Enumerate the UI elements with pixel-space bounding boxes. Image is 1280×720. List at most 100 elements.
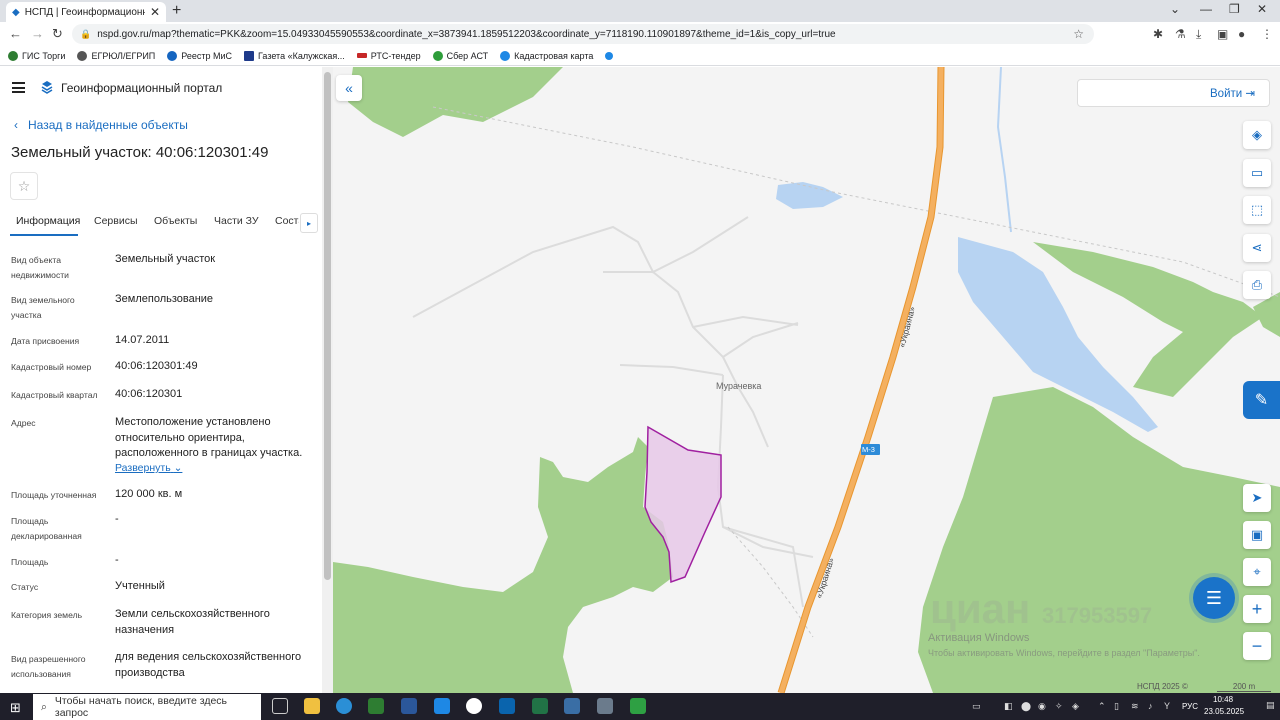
forward-icon[interactable]: → [31,26,44,41]
menu-icon[interactable]: ⋮ [1261,27,1273,41]
bookmark-item[interactable]: РТС-тендер [356,51,421,61]
tab-parts[interactable]: Части ЗУ [214,215,259,227]
clock-time[interactable]: 10:48 [1213,695,1233,704]
bookmark-item[interactable]: Кадастровая карта [500,50,593,61]
hamburger-menu-icon[interactable] [12,82,25,93]
share-icon: ⋖ [1251,240,1263,255]
download-icon[interactable]: ⤓ [1196,27,1201,42]
favorite-star-button[interactable]: ☆ [10,172,38,200]
tray-icon[interactable]: ⌃ [1098,701,1106,712]
plus-icon: + [1251,598,1263,619]
property-value: Местоположение установлено относительно … [115,416,303,459]
profile-icon[interactable]: ● [1238,27,1245,41]
select-area-button[interactable]: ⬚ [1243,196,1271,224]
browser-tab[interactable]: ◆ НСПД | Геоинформационный п ✕ [6,2,166,22]
word-icon[interactable] [401,698,417,714]
property-value: Земли сельскохозяйственного назначения [115,608,270,636]
edge-icon[interactable] [336,698,352,714]
task-view-icon[interactable] [272,698,288,714]
watermark-phone: 317953597 [1042,603,1153,628]
expand-address-link[interactable]: Развернуть ⌄ [115,462,182,474]
geo-search-button[interactable]: ⌖ [1243,558,1271,586]
ruler-icon: ▭ [1250,165,1264,180]
file-explorer-icon[interactable] [304,698,320,714]
property-value: - [115,513,119,525]
property-label: Кадастровый номер [11,362,92,372]
chat-icon: ☰ [1205,587,1223,608]
tab-objects[interactable]: Объекты [154,215,197,227]
tray-icon[interactable]: ◧ [1004,701,1013,712]
layers-button[interactable]: ◈ [1243,121,1271,149]
bookmark-item[interactable]: ЕГРЮЛ/ЕГРИП [77,50,155,61]
language-indicator[interactable]: РУС [1182,702,1198,711]
tab-services[interactable]: Сервисы [94,215,138,227]
print-button[interactable]: ⎙ [1243,271,1271,299]
tray-icon[interactable]: ◉ [1038,701,1046,712]
tray-icon[interactable]: ✧ [1055,701,1063,712]
url-field[interactable]: 🔒 nspd.gov.ru/map?thematic=PKK&zoom=15.0… [72,24,1094,44]
battery-icon[interactable]: ▯ [1114,701,1119,712]
water-body [776,182,843,209]
portal-logo-icon [41,81,53,94]
minus-icon: − [1251,635,1263,656]
reload-icon[interactable]: ↻ [52,26,63,42]
yandex-icon[interactable]: Y [1164,701,1170,711]
zoom-in-button[interactable]: + [1243,595,1271,623]
property-label: Категория земель [11,610,83,620]
bookmark-icon [605,51,614,60]
property-value: 14.07.2011 [115,334,170,346]
excel-icon[interactable] [532,698,548,714]
share-button[interactable]: ⋖ [1243,234,1271,262]
notifications-icon[interactable]: ▤ [1266,700,1275,711]
assistant-chat-tab[interactable]: ✎ [1243,381,1280,419]
outlook-icon[interactable] [499,698,515,714]
sidebar-scroll-thumb[interactable] [324,72,331,580]
home-app-icon[interactable] [630,698,646,714]
search-placeholder: Чтобы начать поиск, введите здесь запрос [54,695,228,719]
store-icon[interactable] [368,698,384,714]
new-tab-button[interactable]: + [172,2,181,20]
bookmark-item[interactable]: ГИС Торги [8,50,65,61]
chat-fab-button[interactable]: ☰ [1193,577,1235,619]
tray-icon[interactable]: ⬤ [1021,701,1031,712]
property-label: Площадь [11,557,49,567]
close-tab-icon[interactable]: ✕ [150,5,160,19]
back-to-results-link[interactable]: ‹ Назад в найденные объекты [14,118,188,132]
calculator-icon[interactable] [564,698,580,714]
lab-icon[interactable]: ⚗ [1175,27,1186,41]
tab-composition[interactable]: Соста [275,215,299,227]
windows-start-icon[interactable]: ⊞ [10,700,21,716]
sidepanel-icon[interactable]: ▣ [1217,27,1228,41]
bookmark-item[interactable] [605,51,614,60]
tab-information[interactable]: Информация [16,215,80,227]
locate-button[interactable]: ➤ [1243,484,1271,512]
extensions-icon[interactable]: ✱ [1153,27,1163,41]
tray-icon[interactable]: ◈ [1072,701,1079,712]
mail-icon[interactable] [434,698,450,714]
wifi-icon[interactable]: ≋ [1131,701,1139,712]
bookmark-star-icon[interactable]: ☆ [1073,27,1084,41]
bookmark-item[interactable]: Реестр МиС [167,50,232,61]
app-icon[interactable] [597,698,613,714]
collapse-panel-button[interactable]: « [336,75,362,101]
login-button[interactable]: Войти ⇥ [1210,86,1255,100]
volume-icon[interactable]: ♪ [1148,701,1153,711]
browser-tab-bar [0,0,1280,22]
measure-button[interactable]: ▭ [1243,159,1271,187]
chevron-down-icon: ⌄ [173,462,183,474]
bookmark-item[interactable]: Газета «Калужская... [244,50,345,61]
taskbar-search-box[interactable]: ⌕ Чтобы начать поиск, введите здесь запр… [33,694,261,720]
bookmark-item[interactable]: Сбер АСТ [432,50,488,61]
tray-icon[interactable]: ▭ [972,701,981,712]
minimap-button[interactable]: ▣ [1243,521,1271,549]
tab-search-icon[interactable]: ⌄ [1170,2,1180,16]
tabs-scroll-right-button[interactable]: ▸ [300,213,318,233]
close-window-button[interactable]: ✕ [1257,2,1267,16]
chrome-icon[interactable] [466,698,482,714]
property-label: Адрес [11,418,36,428]
clock-date[interactable]: 23.05.2025 [1204,707,1244,716]
maximize-button[interactable]: ❐ [1229,2,1240,16]
minimize-button[interactable]: — [1200,2,1212,16]
back-icon[interactable]: ← [9,26,22,41]
zoom-out-button[interactable]: − [1243,632,1271,660]
